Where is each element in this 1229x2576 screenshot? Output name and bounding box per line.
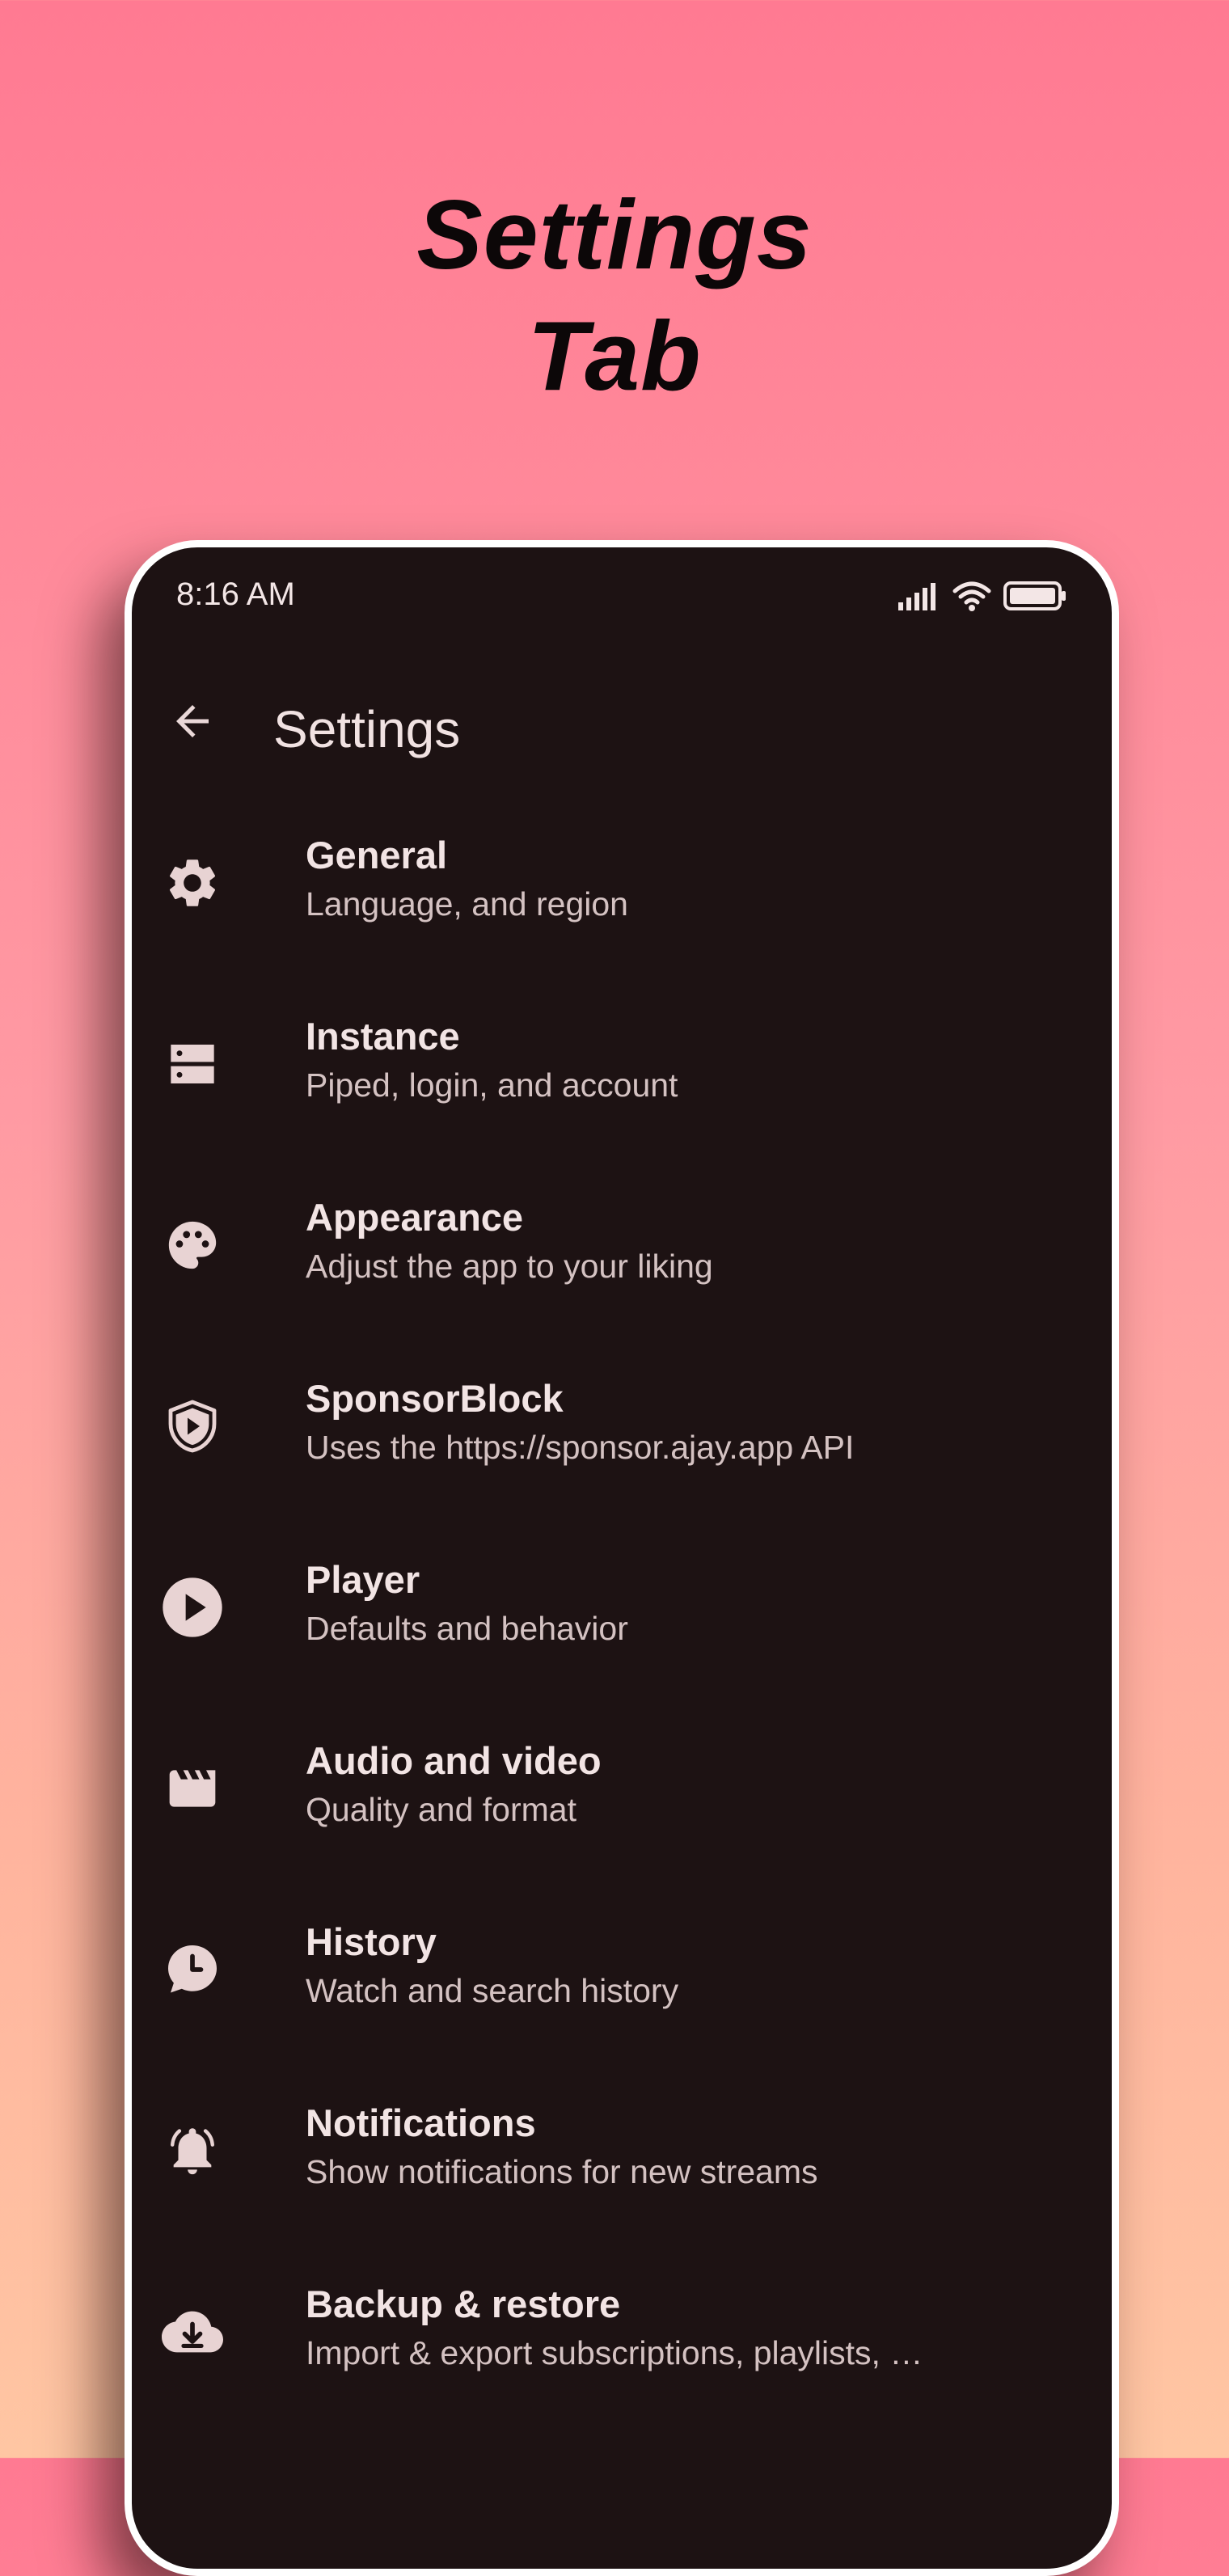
item-text: Appearance Adjust the app to your liking — [306, 1193, 1063, 1290]
settings-item-audio-video[interactable]: Audio and video Quality and format — [132, 1724, 1112, 1905]
settings-item-history[interactable]: History Watch and search history — [132, 1905, 1112, 2086]
item-title: History — [306, 1920, 437, 1963]
history-icon — [160, 1937, 225, 2002]
item-text: Backup & restore Import & export subscri… — [306, 2280, 1063, 2377]
item-subtitle: Show notifications for new streams — [306, 2153, 818, 2190]
item-subtitle: Adjust the app to your liking — [306, 1248, 713, 1285]
gear-icon — [160, 851, 225, 915]
settings-item-sponsorblock[interactable]: SponsorBlock Uses the https://sponsor.aj… — [132, 1362, 1112, 1543]
item-subtitle: Import & export subscriptions, playlists… — [306, 2334, 923, 2371]
page-title: Settings — [273, 700, 461, 758]
item-title: General — [306, 834, 448, 876]
item-title: Backup & restore — [306, 2283, 621, 2325]
promo-title: Settings Tab — [0, 174, 1229, 416]
item-text: Player Defaults and behavior — [306, 1556, 1063, 1653]
item-text: Audio and video Quality and format — [306, 1737, 1063, 1834]
clapperboard-icon — [160, 1756, 225, 1821]
item-subtitle: Piped, login, and account — [306, 1066, 678, 1104]
wifi-icon — [952, 581, 991, 611]
settings-item-appearance[interactable]: Appearance Adjust the app to your liking — [132, 1180, 1112, 1362]
item-title: Player — [306, 1558, 420, 1601]
settings-item-player[interactable]: Player Defaults and behavior — [132, 1543, 1112, 1724]
item-title: Instance — [306, 1015, 460, 1058]
item-text: History Watch and search history — [306, 1918, 1063, 2015]
item-title: Appearance — [306, 1196, 524, 1239]
settings-item-backup-restore[interactable]: Backup & restore Import & export subscri… — [132, 2267, 1112, 2448]
item-title: SponsorBlock — [306, 1377, 564, 1420]
settings-item-notifications[interactable]: Notifications Show notifications for new… — [132, 2086, 1112, 2267]
settings-list: General Language, and region Instance Pi… — [132, 818, 1112, 2448]
item-title: Notifications — [306, 2101, 536, 2144]
item-subtitle: Defaults and behavior — [306, 1610, 628, 1647]
settings-item-general[interactable]: General Language, and region — [132, 818, 1112, 999]
item-subtitle: Language, and region — [306, 885, 628, 923]
play-circle-icon — [160, 1575, 225, 1640]
item-text: Notifications Show notifications for new… — [306, 2099, 1063, 2196]
item-text: Instance Piped, login, and account — [306, 1012, 1063, 1109]
item-text: General Language, and region — [306, 831, 1063, 928]
promo-title-line-1: Settings — [416, 179, 813, 289]
item-text: SponsorBlock Uses the https://sponsor.aj… — [306, 1375, 1063, 1472]
shield-play-icon — [160, 1394, 225, 1459]
item-subtitle: Watch and search history — [306, 1972, 679, 2009]
settings-item-instance[interactable]: Instance Piped, login, and account — [132, 999, 1112, 1180]
bell-icon — [160, 2118, 225, 2183]
item-title: Audio and video — [306, 1739, 602, 1782]
status-time: 8:16 AM — [176, 576, 295, 612]
server-icon — [160, 1032, 225, 1096]
app-bar: Settings — [132, 669, 1112, 774]
arrow-back-icon — [176, 705, 209, 737]
phone-screen: 8:16 AM Settings General Language, and r… — [125, 540, 1119, 2576]
status-bar: 8:16 AM — [132, 547, 1112, 644]
back-button[interactable] — [164, 693, 221, 750]
battery-icon — [1003, 581, 1066, 610]
promo-title-line-2: Tab — [527, 301, 702, 411]
palette-icon — [160, 1213, 225, 1277]
cloud-download-icon — [160, 2299, 225, 2364]
status-icons — [897, 580, 1066, 612]
item-subtitle: Quality and format — [306, 1791, 576, 1828]
item-subtitle: Uses the https://sponsor.ajay.app API — [306, 1429, 855, 1466]
signal-icon — [898, 583, 935, 610]
